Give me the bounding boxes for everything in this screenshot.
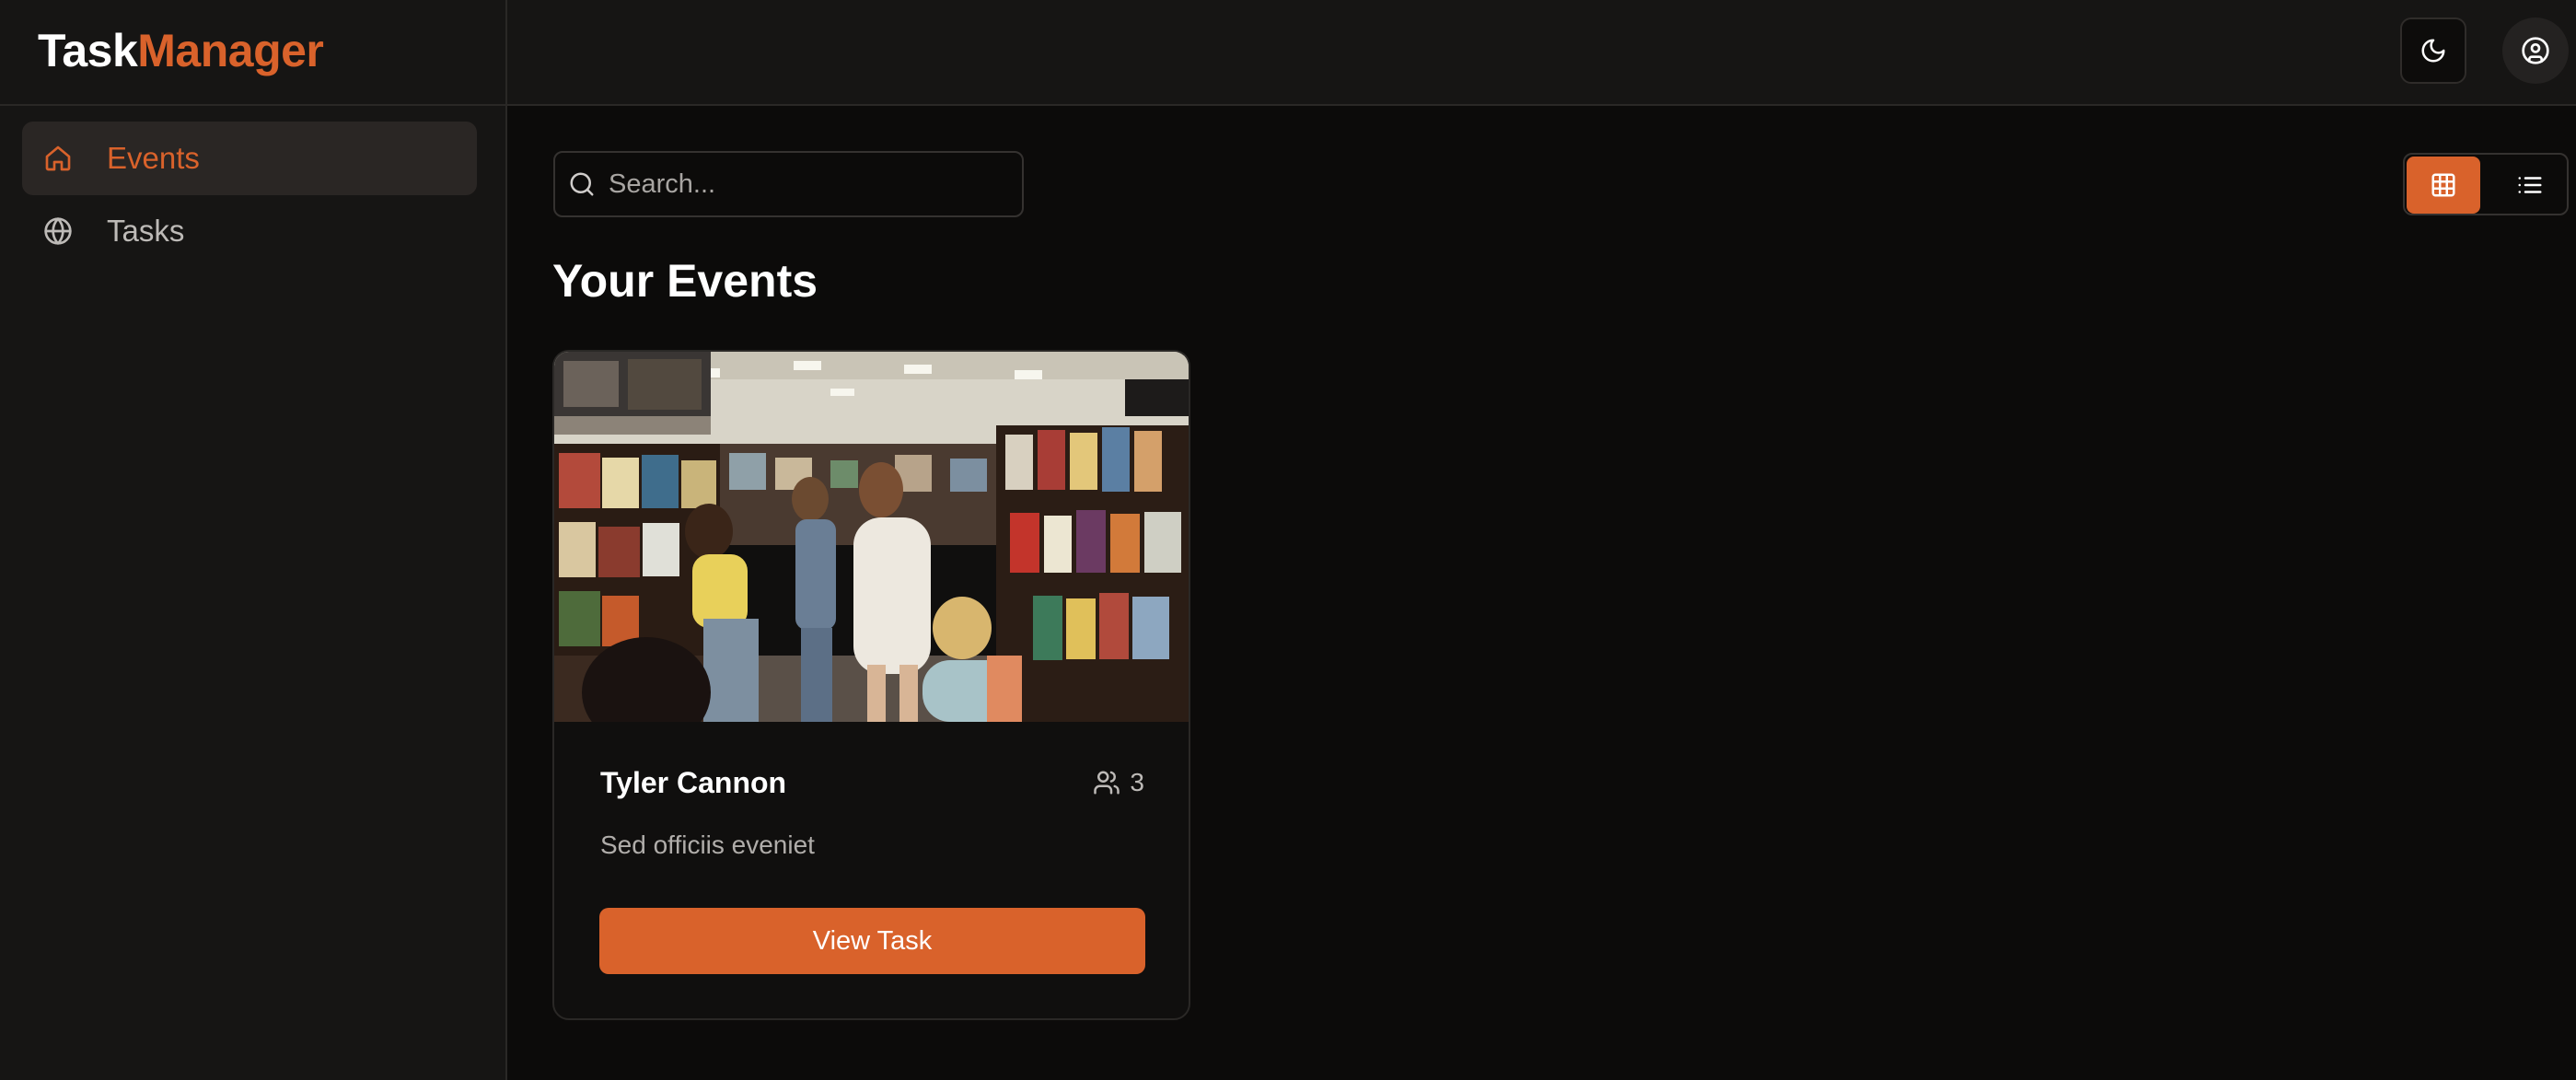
event-title: Tyler Cannon (600, 766, 787, 799)
grid-view-button[interactable] (2407, 157, 2480, 214)
user-menu-button[interactable] (2502, 17, 2569, 84)
sidebar-item-label: Tasks (107, 214, 185, 248)
attendee-count: 3 (1093, 768, 1144, 797)
list-view-button[interactable] (2493, 157, 2567, 214)
user-circle-icon (2522, 37, 2549, 64)
event-card: Tyler Cannon 3 Sed officiis eveniet View… (552, 350, 1190, 1020)
attendee-count-value: 3 (1130, 768, 1144, 796)
sidebar-item-events[interactable]: Events (22, 122, 477, 195)
view-task-button[interactable]: View Task (599, 908, 1145, 974)
sidebar-item-label: Events (107, 141, 200, 175)
brand-area: TaskManager (0, 0, 507, 106)
sidebar: Events Tasks (0, 106, 507, 1080)
users-icon (1094, 771, 1120, 795)
theme-toggle-button[interactable] (2400, 17, 2466, 84)
search-icon (570, 172, 594, 196)
event-image (554, 352, 1189, 722)
view-toggle (2403, 153, 2569, 215)
grid-icon (2431, 173, 2455, 197)
logo-text-primary: Task (38, 25, 138, 76)
page-title: Your Events (552, 255, 818, 307)
app-logo[interactable]: TaskManager (38, 24, 324, 77)
home-icon (42, 143, 74, 174)
globe-icon (42, 215, 74, 247)
sidebar-item-tasks[interactable]: Tasks (22, 194, 477, 268)
search-box[interactable] (553, 151, 1024, 217)
logo-text-accent: Manager (137, 25, 324, 76)
search-input[interactable] (609, 168, 995, 200)
app-root: TaskManager Events Tasks Search... Your … (0, 0, 2576, 1080)
list-icon (2518, 177, 2542, 193)
top-bar: TaskManager (0, 0, 2576, 106)
moon-icon (2421, 39, 2445, 63)
event-description: Sed officiis eveniet (600, 830, 815, 859)
